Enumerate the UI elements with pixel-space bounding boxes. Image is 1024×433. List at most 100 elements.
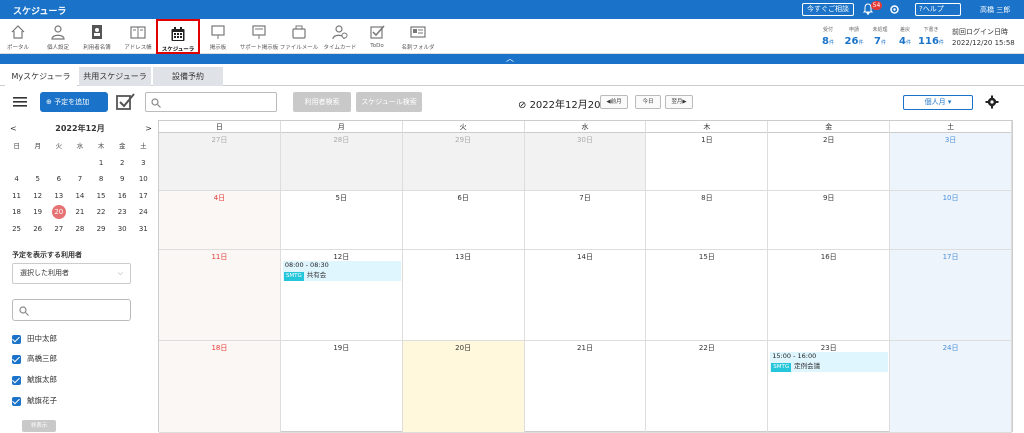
mini-cal-day[interactable]: 2 (112, 155, 133, 172)
consult-button[interactable]: 今すぐご相談 (802, 3, 854, 16)
calendar-day-cell[interactable]: 21日 (524, 341, 647, 433)
calendar-day-cell[interactable]: 18日 (159, 341, 281, 433)
calendar-day-cell[interactable]: 4日 (159, 191, 281, 250)
user-checkbox-row[interactable]: 鯱旗花子 (12, 395, 57, 407)
calendar-day-cell[interactable]: 1日 (646, 133, 769, 191)
mini-cal-day[interactable]: 26 (27, 221, 48, 238)
calendar-day-cell[interactable]: 7日 (524, 191, 647, 250)
view-select[interactable]: 個人月 ▾ (903, 95, 973, 110)
add-schedule-button[interactable]: ⊕ 予定を追加 (40, 92, 108, 112)
mini-cal-day[interactable]: 16 (112, 188, 133, 205)
calendar-day-cell[interactable]: 16日 (768, 250, 891, 341)
mini-cal-day[interactable]: 3 (133, 155, 154, 172)
mini-cal-prev-button[interactable]: < (10, 122, 17, 136)
mini-cal-next-button[interactable]: > (145, 122, 152, 136)
mini-cal-day[interactable]: 25 (6, 221, 27, 238)
mini-cal-day[interactable]: 4 (6, 171, 27, 188)
tool-file-mail[interactable]: ファイルメール (277, 19, 321, 54)
search-input[interactable] (145, 92, 277, 112)
stat-unprocessed[interactable]: 未処理 7件 (867, 26, 893, 47)
calendar-day-cell[interactable]: 3日 (890, 133, 1012, 191)
calendar-day-cell[interactable]: 6日 (402, 191, 525, 250)
checkbox-list-icon[interactable] (115, 92, 135, 112)
mini-cal-day[interactable]: 18 (6, 204, 27, 221)
calendar-day-cell[interactable]: 30日 (524, 133, 647, 191)
tab-my-scheduler[interactable]: Myスケジューラ (5, 67, 77, 86)
stat-drafts[interactable]: 下書き 116件 (918, 26, 944, 47)
help-button[interactable]: ?ヘルプ (915, 3, 961, 16)
calendar-day-cell[interactable]: 28日 (280, 133, 403, 191)
mini-cal-day[interactable]: 13 (48, 188, 69, 205)
tool-user-directory[interactable]: 利用者名簿 (75, 19, 119, 54)
mini-cal-day[interactable]: 21 (69, 204, 90, 221)
stat-received[interactable]: 受付 8件 (815, 26, 841, 47)
mini-cal-day[interactable]: 22 (91, 204, 112, 221)
user-checkbox-row[interactable]: 高橋三郎 (12, 353, 57, 365)
checkbox-checked[interactable] (12, 334, 21, 344)
mini-cal-day[interactable]: 14 (69, 188, 90, 205)
stat-returned[interactable]: 差戻 4件 (892, 26, 918, 47)
mini-cal-day[interactable]: 8 (91, 171, 112, 188)
mini-cal-day[interactable]: 9 (112, 171, 133, 188)
calendar-day-cell[interactable]: 14日 (524, 250, 647, 341)
mini-cal-day[interactable]: 23 (112, 204, 133, 221)
calendar-day-cell[interactable]: 15日 (646, 250, 769, 341)
calendar-day-cell[interactable]: 20日 (402, 341, 525, 433)
user-checkbox-row[interactable]: 鯱旗太郎 (12, 374, 57, 386)
tool-scheduler[interactable]: スケジューラ (156, 19, 200, 54)
user-checkbox-row[interactable]: 田中太郎 (12, 333, 57, 345)
calendar-event[interactable]: 08:00 - 08:30 SMTG 共有会 (282, 261, 401, 281)
user-filter-select[interactable]: 選択した利用者 ⌵ (12, 263, 131, 284)
tool-portal[interactable]: ポータル (0, 19, 40, 54)
calendar-day-cell[interactable]: 22日 (646, 341, 769, 433)
tool-todo[interactable]: ToDo (355, 19, 399, 54)
calendar-day-cell[interactable]: 13日 (402, 250, 525, 341)
calendar-day-cell[interactable]: 19日 (280, 341, 403, 433)
mini-cal-day[interactable]: 20 (48, 204, 69, 221)
schedule-search-button[interactable]: スケジュール検索 (356, 92, 422, 112)
calendar-day-cell[interactable]: 12日 08:00 - 08:30 SMTG 共有会 (280, 250, 403, 341)
chevron-up-icon[interactable]: ︿ (506, 54, 514, 64)
tool-address-book[interactable]: アドレス帳 (116, 19, 160, 54)
hide-button[interactable]: 非表示 (22, 420, 56, 432)
user-name[interactable]: 高橋 三郎 (980, 5, 1010, 15)
mini-cal-day[interactable]: 30 (112, 221, 133, 238)
mini-cal-day[interactable]: 6 (48, 171, 69, 188)
calendar-event[interactable]: 15:00 - 16:00 SMTG 定例会議 (770, 352, 889, 372)
calendar-day-cell[interactable]: 29日 (402, 133, 525, 191)
calendar-day-cell[interactable]: 17日 (890, 250, 1012, 341)
mini-cal-day[interactable]: 5 (27, 171, 48, 188)
calendar-day-cell[interactable]: 9日 (768, 191, 891, 250)
checkbox-checked[interactable] (12, 375, 21, 385)
prev-month-button[interactable]: ◀前月 (600, 95, 628, 109)
calendar-day-cell[interactable]: 2日 (768, 133, 891, 191)
mini-cal-day[interactable]: 31 (133, 221, 154, 238)
mini-cal-day[interactable]: 28 (69, 221, 90, 238)
mini-cal-day[interactable]: 19 (27, 204, 48, 221)
mini-cal-day[interactable]: 15 (91, 188, 112, 205)
mini-cal-day[interactable]: 1 (91, 155, 112, 172)
calendar-day-cell[interactable]: 27日 (159, 133, 281, 191)
calendar-day-cell[interactable]: 5日 (280, 191, 403, 250)
checkbox-checked[interactable] (12, 354, 21, 364)
menu-icon[interactable] (13, 96, 27, 108)
mini-cal-day[interactable]: 10 (133, 171, 154, 188)
mini-cal-day[interactable]: 17 (133, 188, 154, 205)
user-search-button[interactable]: 利用者検索 (293, 92, 351, 112)
checkbox-checked[interactable] (12, 396, 21, 406)
mini-cal-day[interactable]: 11 (6, 188, 27, 205)
gear-icon[interactable] (985, 95, 999, 109)
tool-business-card-folder[interactable]: 名刺フォルダ (396, 19, 440, 54)
stat-applied[interactable]: 申請 26件 (841, 26, 867, 47)
calendar-day-cell[interactable]: 11日 (159, 250, 281, 341)
mini-cal-day[interactable]: 27 (48, 221, 69, 238)
mini-cal-day[interactable]: 7 (69, 171, 90, 188)
next-month-button[interactable]: 翌月▶ (665, 95, 693, 109)
tab-facility-booking[interactable]: 設備予約 (153, 67, 223, 86)
gear-icon[interactable] (888, 3, 901, 16)
tool-bulletin-board[interactable]: 掲示板 (196, 19, 240, 54)
mini-cal-day[interactable]: 29 (91, 221, 112, 238)
calendar-day-cell[interactable]: 8日 (646, 191, 769, 250)
calendar-day-cell[interactable]: 10日 (890, 191, 1012, 250)
collapse-bar[interactable]: ︿ (0, 54, 1024, 64)
